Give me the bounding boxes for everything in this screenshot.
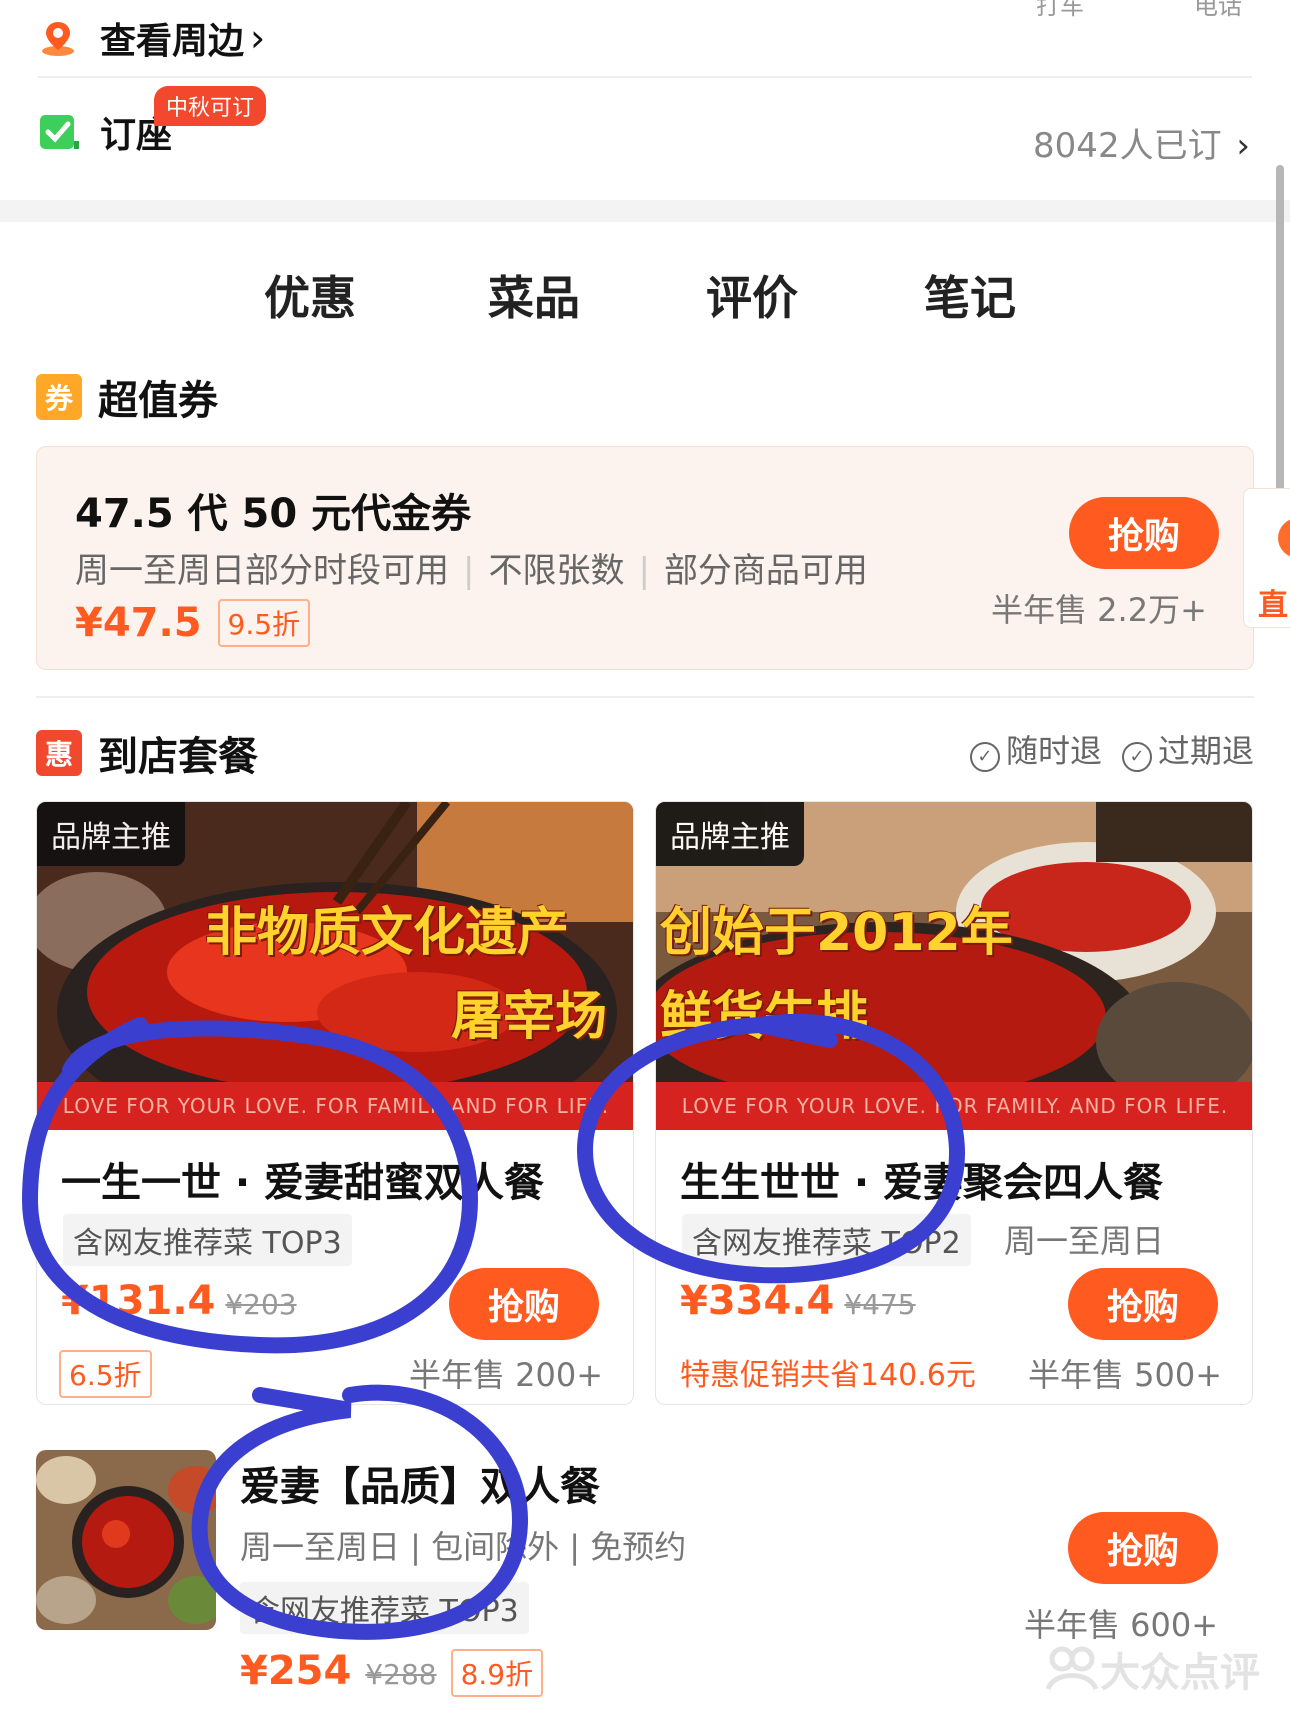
discount-badge: 6.5折 [59,1350,152,1398]
discount-badge: 9.5折 [217,599,311,647]
page: 查看周边 › 打车 电话 订座 中秋可订 8042人已订 › 优惠 菜品 评价 … [0,0,1290,1720]
reserved-count[interactable]: 8042人已订 › [1033,118,1250,167]
view-surrounding-row[interactable]: 查看周边 › [38,0,265,76]
dianping-watermark: 大众点评 [1044,1640,1260,1698]
section-gap [0,200,1290,222]
package-image: 非物质文化遗产 屠宰场 LOVE FOR YOUR LOVE. FOR FAMI… [37,802,633,1130]
package-conditions: 周一至周日 | 包间除外 | 免预约 [240,1528,687,1566]
coupon-icon: 券 [36,374,82,420]
view-surrounding-label: 查看周边 [100,21,245,62]
image-banner: LOVE FOR YOUR LOVE. FOR FAMILY. AND FOR … [37,1082,633,1130]
voucher-price-row: ¥47.5 9.5折 [75,599,311,647]
original-price: ¥203 [225,1288,297,1321]
recommend-tag: 含网友推荐菜 TOP3 [240,1582,529,1634]
package-thumbnail[interactable] [36,1450,216,1630]
watermark-text: 大众点评 [1100,1650,1260,1696]
refund-policies: ✓ 随时退 ✓ 过期退 [969,726,1254,772]
deal-icon: 惠 [36,730,82,776]
next-card-label: 直 [1258,588,1288,623]
tab-dishes[interactable]: 菜品 [488,262,580,328]
buy-button[interactable]: 抢购 [1068,1268,1218,1340]
condition-text: 周一至周日部分时段可用 [75,551,449,591]
taxi-action[interactable]: 打车 [1036,0,1084,21]
package-price-row: ¥254 ¥288 8.9折 [240,1648,544,1697]
condition-text: 不限张数 [488,551,625,591]
package-price: ¥254 [240,1648,352,1694]
recommend-tag: 含网友推荐菜 TOP3 [63,1214,352,1266]
chevron-right-icon: › [1236,126,1250,166]
watermark-logo-icon [1045,1646,1099,1691]
package-title: 生生世世 · 爱妻聚会四人餐 [680,1160,1164,1206]
voucher-card[interactable]: 47.5 代 50 元代金券 周一至周日部分时段可用 | 不限张数 | 部分商品可用 ¥… [36,446,1254,670]
policy-anytime-refund: ✓ 随时退 [969,726,1102,772]
image-slogan: 非物质文化遗产 [205,903,570,963]
image-slogan: 屠宰场 [451,987,608,1047]
sold-count: 半年售 2.2万+ [991,591,1207,629]
coupon-section-title: 超值券 [98,378,218,424]
policy-text: 随时退 [1005,732,1102,770]
package-card[interactable]: 非物质文化遗产 屠宰场 LOVE FOR YOUR LOVE. FOR FAMI… [36,801,634,1405]
buy-button[interactable]: 抢购 [1069,497,1219,569]
buy-button[interactable]: 抢购 [449,1268,599,1340]
brand-recommend-tag: 品牌主推 [37,802,185,866]
divider [38,76,1252,78]
policy-text: 过期退 [1157,732,1254,770]
coupon-section-header: 券 超值券 [36,368,218,426]
sold-count: 半年售 200+ [409,1356,604,1394]
voucher-price: ¥47.5 [75,600,202,646]
package-price-row: ¥131.4 ¥203 [61,1278,297,1324]
chevron-right-icon: › [250,16,266,60]
sold-count: 半年售 500+ [1028,1356,1223,1394]
mid-autumn-badge: 中秋可订 [154,86,267,126]
package-title: 一生一世 · 爱妻甜蜜双人餐 [61,1160,545,1206]
brand-recommend-tag: 品牌主推 [656,802,804,866]
package-section-title: 到店套餐 [98,734,258,780]
discount-badge: 8.9折 [450,1649,544,1697]
voucher-title: 47.5 代 50 元代金券 [75,491,472,537]
policy-expired-refund: ✓ 过期退 [1121,726,1254,772]
package-price: ¥131.4 [61,1278,216,1324]
location-pin-icon [42,22,74,56]
package-image: 创始于2012年 鲜货牛排 LOVE FOR YOUR LOVE. FOR FA… [656,802,1252,1130]
available-days: 周一至周日 [1004,1222,1165,1260]
package-card[interactable]: 创始于2012年 鲜货牛排 LOVE FOR YOUR LOVE. FOR FA… [655,801,1253,1405]
check-circle-icon: ✓ [1121,741,1152,772]
image-slogan: 鲜货牛排 [660,987,869,1047]
package-section-header: 惠 到店套餐 [36,724,258,782]
hotpot-photo [36,1450,216,1630]
image-slogan: 创始于2012年 [660,903,1013,963]
tab-reviews[interactable]: 评价 [706,262,798,328]
scrollbar[interactable] [1276,165,1284,525]
tab-notes[interactable]: 笔记 [924,262,1016,328]
top-actions: 打车 电话 [1036,0,1242,21]
shop-info-top: 查看周边 › 打车 电话 订座 中秋可订 8042人已订 › [0,0,1290,200]
original-price: ¥475 [844,1288,916,1321]
original-price: ¥288 [365,1658,437,1691]
check-square-icon [40,115,79,149]
divider [36,696,1254,698]
recommend-tag: 含网友推荐菜 TOP2 [682,1214,971,1266]
voucher-conditions: 周一至周日部分时段可用 | 不限张数 | 部分商品可用 [75,551,868,591]
reserve-seat-row[interactable]: 订座 [38,106,172,158]
tab-bar: 优惠 菜品 评价 笔记 [0,262,1290,586]
check-circle-icon: ✓ [969,741,1000,772]
image-banner: LOVE FOR YOUR LOVE. FOR FAMILY. AND FOR … [656,1082,1252,1130]
tab-offers[interactable]: 优惠 [264,262,356,328]
package-title[interactable]: 爱妻【品质】双人餐 [240,1454,600,1512]
promo-savings: 特惠促销共省140.6元 [680,1358,976,1393]
condition-text: 部分商品可用 [663,551,868,591]
buy-button[interactable]: 抢购 [1068,1512,1218,1584]
reserved-count-text: 8042人已订 [1033,126,1222,166]
package-price: ¥334.4 [680,1278,835,1324]
package-price-row: ¥334.4 ¥475 [680,1278,916,1324]
phone-action[interactable]: 电话 [1194,0,1242,21]
